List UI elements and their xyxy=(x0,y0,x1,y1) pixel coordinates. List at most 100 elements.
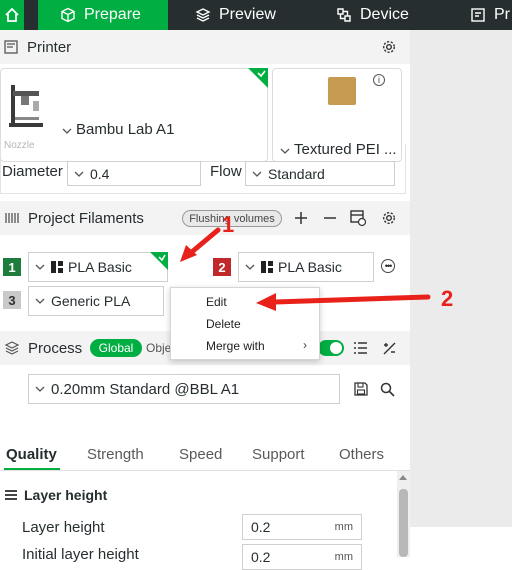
bambu-logo-icon xyxy=(261,261,273,273)
chevron-down-icon xyxy=(245,264,255,270)
param-initial-layer-height-input[interactable]: 0.2 mm xyxy=(242,544,362,570)
tab-strength[interactable]: Strength xyxy=(87,446,144,463)
list-icon xyxy=(353,342,367,354)
param-layer-height-unit: mm xyxy=(334,521,353,533)
tab-device-label: Device xyxy=(360,6,409,23)
plate-thumbnail xyxy=(328,77,356,105)
search-icon xyxy=(380,382,395,397)
printer-settings-button[interactable] xyxy=(380,38,398,56)
param-initial-layer-height-unit: mm xyxy=(334,551,353,563)
process-tabs: Quality Strength Speed Support Others xyxy=(0,440,410,471)
filament-2-more-button[interactable]: ••• xyxy=(381,259,395,273)
tab-preview-label: Preview xyxy=(219,6,276,23)
process-preset-select[interactable]: 0.20mm Standard @BBL A1 xyxy=(28,374,340,404)
filament-settings-button[interactable] xyxy=(380,209,398,227)
filament-3-name: Generic PLA xyxy=(51,293,131,309)
filament-1-select[interactable]: PLA Basic xyxy=(28,252,168,282)
tab-others[interactable]: Others xyxy=(339,446,384,463)
filament-2-select[interactable]: PLA Basic xyxy=(238,252,374,282)
param-layer-height-label: Layer height xyxy=(22,519,105,536)
tab-preview[interactable]: Preview xyxy=(195,0,276,30)
compare-icon xyxy=(383,342,395,354)
param-initial-layer-height-value: 0.2 xyxy=(251,549,271,565)
process-preset-name: 0.20mm Standard @BBL A1 xyxy=(51,380,240,398)
filament-1-name: PLA Basic xyxy=(68,259,132,275)
layers-icon xyxy=(195,8,211,22)
objects-label[interactable]: Obje xyxy=(146,341,171,355)
filament-3-number-text: 3 xyxy=(8,292,16,308)
tab-speed[interactable]: Speed xyxy=(179,446,222,463)
printer-section-header: Printer xyxy=(0,30,410,64)
gear-icon xyxy=(382,211,396,225)
scroll-thumb[interactable] xyxy=(399,489,408,557)
flow-select[interactable]: Standard xyxy=(245,161,395,186)
filaments-section-header: Project Filaments Flushing volumes xyxy=(0,201,410,235)
chevron-down-icon xyxy=(62,128,72,134)
tab-project[interactable]: Pr xyxy=(470,0,510,30)
scroll-up-arrow[interactable] xyxy=(399,475,407,480)
home-button[interactable] xyxy=(0,0,24,30)
tab-prepare-label: Prepare xyxy=(84,6,141,23)
save-icon xyxy=(354,382,368,396)
tab-support[interactable]: Support xyxy=(252,446,305,463)
filament-3-select[interactable]: Generic PLA xyxy=(28,286,164,316)
minus-icon xyxy=(324,217,336,219)
gear-icon xyxy=(382,40,396,54)
filaments-title: Project Filaments xyxy=(28,209,144,227)
menu-item-edit[interactable]: Edit xyxy=(206,295,227,309)
tabs-divider xyxy=(0,470,410,471)
toggle-knob xyxy=(330,342,342,354)
layer-height-group-title: Layer height xyxy=(24,487,108,503)
menu-item-delete[interactable]: Delete xyxy=(206,317,241,331)
project-icon xyxy=(471,8,485,22)
tab-project-label: Pr xyxy=(494,6,510,23)
menu-item-merge-with[interactable]: Merge with xyxy=(206,339,265,353)
top-navigation-bar: Prepare Preview Device Pr xyxy=(0,0,512,30)
search-preset-button[interactable] xyxy=(378,380,396,398)
printer-model-name: Bambu Lab A1 xyxy=(76,121,175,138)
side-panel: Printer Bambu Lab A1 i Textured PEI ... … xyxy=(0,30,410,570)
remove-filament-button[interactable] xyxy=(321,209,339,227)
annotation-label-2: 2 xyxy=(441,286,454,311)
submenu-arrow-icon: › xyxy=(303,338,307,352)
tab-device[interactable]: Device xyxy=(336,0,409,30)
filament-2-number[interactable]: 2 xyxy=(213,258,231,276)
filament-3-number[interactable]: 3 xyxy=(3,291,21,309)
selected-corner-badge xyxy=(150,252,168,270)
tab-quality[interactable]: Quality xyxy=(6,446,57,463)
flow-label: Flow xyxy=(210,163,242,180)
param-layer-height-input[interactable]: 0.2 mm xyxy=(242,514,362,540)
chevron-down-icon xyxy=(74,171,84,177)
global-label: Global xyxy=(98,341,134,355)
advanced-toggle[interactable] xyxy=(318,340,344,356)
flow-value: Standard xyxy=(268,165,325,182)
printer-icon xyxy=(4,40,18,54)
chevron-down-icon xyxy=(35,298,45,304)
printer-model-image xyxy=(9,85,43,127)
process-layers-icon xyxy=(4,341,20,355)
printer-title: Printer xyxy=(27,38,72,56)
selected-corner-badge xyxy=(248,68,268,88)
ams-sync-icon xyxy=(350,210,367,227)
info-icon[interactable]: i xyxy=(373,74,385,86)
sync-ams-button[interactable] xyxy=(348,208,368,228)
diameter-label: Diameter xyxy=(2,163,63,180)
tab-prepare[interactable]: Prepare xyxy=(38,0,168,30)
param-initial-layer-height-label: Initial layer height xyxy=(22,546,139,563)
global-toggle[interactable]: Global xyxy=(90,339,142,357)
bambu-logo-icon xyxy=(51,261,63,273)
filament-2-name: PLA Basic xyxy=(278,259,342,275)
add-filament-button[interactable] xyxy=(292,209,310,227)
list-view-button[interactable] xyxy=(351,339,369,357)
filament-1-number[interactable]: 1 xyxy=(3,258,21,276)
home-icon xyxy=(5,7,19,22)
diameter-select[interactable]: 0.4 xyxy=(67,161,201,186)
filament-2-number-text: 2 xyxy=(218,259,226,275)
param-layer-height-value: 0.2 xyxy=(251,519,271,535)
compare-button[interactable] xyxy=(380,339,398,357)
device-icon xyxy=(337,8,351,22)
save-preset-button[interactable] xyxy=(352,380,370,398)
panel-scrollbar[interactable] xyxy=(397,471,410,557)
viewport-area[interactable] xyxy=(410,30,512,527)
chevron-down-icon xyxy=(35,264,45,270)
